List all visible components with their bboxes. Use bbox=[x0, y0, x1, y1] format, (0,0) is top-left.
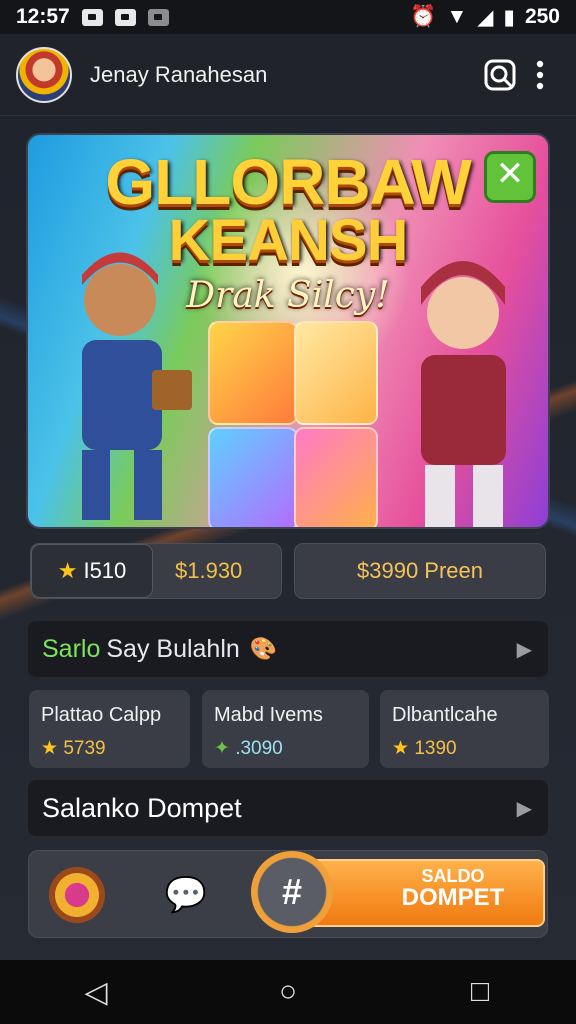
chevron-right-icon: ▶ bbox=[516, 638, 532, 661]
tray-icon bbox=[147, 8, 169, 26]
close-icon[interactable]: ✕ bbox=[484, 151, 536, 203]
hashtag-icon: # bbox=[251, 851, 333, 933]
banner-subtitle: Drak Silcy! bbox=[186, 275, 390, 316]
status-bar: 12:57 ⏰ ▼ ◢ ▮ 250 bbox=[0, 0, 576, 34]
system-nav-bar: ◁ ○ □ bbox=[0, 960, 576, 1024]
stat-value: 5739 bbox=[63, 738, 106, 759]
stat-value: 1390 bbox=[414, 738, 457, 759]
username: Jenay Ranahesan bbox=[90, 61, 268, 87]
recents-icon[interactable]: □ bbox=[460, 972, 500, 1012]
more-vert-icon bbox=[536, 60, 544, 89]
stat-value: .3090 bbox=[235, 738, 283, 759]
battery-text: 250 bbox=[524, 5, 560, 28]
search-button[interactable] bbox=[480, 55, 520, 95]
stat-label: Plattao Calpp bbox=[41, 704, 162, 726]
search-icon bbox=[484, 59, 516, 90]
wallet-row[interactable]: Salanko Dompet ▶ bbox=[28, 780, 548, 836]
camera-icon bbox=[114, 8, 136, 26]
section-header-row[interactable]: Sarlo Say Bulahln 🎨 ▶ bbox=[28, 621, 548, 677]
stat-label: Dlbantlcahe bbox=[392, 704, 498, 726]
signal-icon: ◢ bbox=[477, 5, 494, 29]
battery-icon: ▮ bbox=[503, 5, 515, 29]
section-title: Say Bulahln bbox=[106, 634, 240, 663]
wallet-label: Salanko Dompet bbox=[42, 792, 242, 823]
palette-icon: 🎨 bbox=[249, 636, 278, 661]
section-prefix: Sarlo bbox=[42, 634, 101, 663]
balance-pill-right[interactable]: $3990 Preen bbox=[294, 543, 546, 599]
balance-pill-left[interactable]: ★ I510 $1.930 bbox=[30, 543, 282, 599]
stat-card-2[interactable]: Mabd Ivems ✦ .3090 bbox=[202, 690, 369, 768]
chat-icon[interactable]: 💬 bbox=[164, 873, 208, 917]
alarm-icon: ⏰ bbox=[410, 5, 437, 28]
amount-right: $3990 Preen bbox=[357, 558, 483, 583]
saldo-button-line1: SALDO bbox=[421, 866, 485, 886]
star-icon: ★ bbox=[392, 738, 410, 759]
app-bar: Jenay Ranahesan bbox=[0, 34, 576, 116]
banner-title-line2: KEANSH bbox=[168, 208, 409, 273]
leaf-icon: ✦ bbox=[214, 738, 230, 759]
chevron-right-icon: ▶ bbox=[516, 797, 532, 820]
status-time: 12:57 bbox=[16, 5, 70, 28]
star-icon: ★ bbox=[57, 558, 78, 583]
game-tile-4[interactable] bbox=[294, 427, 378, 527]
saldo-button-line2: DOMPET bbox=[401, 884, 505, 911]
star-icon: ★ bbox=[41, 738, 59, 759]
wifi-icon: ▼ bbox=[446, 5, 468, 28]
stats-row: Plattao Calpp ★ 5739 Mabd Ivems ✦ .3090 … bbox=[29, 690, 549, 768]
promo-banner[interactable]: GLLORBAW KEANSH Drak Silcy! ✕ bbox=[26, 133, 550, 529]
stars-counter: ★ I510 bbox=[31, 544, 153, 598]
stat-label: Mabd Ivems bbox=[214, 704, 323, 726]
back-icon[interactable]: ◁ bbox=[76, 972, 116, 1012]
badge-icon[interactable] bbox=[49, 867, 105, 923]
game-tile-2[interactable] bbox=[294, 321, 378, 425]
balance-row: ★ I510 $1.930 $3990 Preen bbox=[30, 543, 546, 599]
avatar[interactable] bbox=[16, 46, 72, 103]
picture-icon bbox=[81, 8, 103, 26]
saldo-dompet-button[interactable]: # SALDO DOMPET bbox=[251, 851, 545, 937]
game-tile-1[interactable] bbox=[208, 321, 298, 425]
stars-value: I510 bbox=[83, 558, 127, 583]
bottom-bar: 💬 # SALDO DOMPET bbox=[28, 850, 548, 938]
game-tile-3[interactable] bbox=[208, 427, 298, 527]
home-icon[interactable]: ○ bbox=[268, 972, 308, 1012]
more-vert-button[interactable] bbox=[520, 55, 560, 95]
stat-card-3[interactable]: Dlbantlcahe ★ 1390 bbox=[380, 690, 549, 768]
amount-left: $1.930 bbox=[175, 558, 243, 583]
stat-card-1[interactable]: Plattao Calpp ★ 5739 bbox=[29, 690, 190, 768]
